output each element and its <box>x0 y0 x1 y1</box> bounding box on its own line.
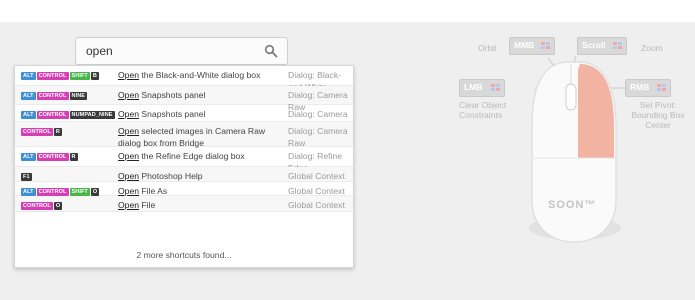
key-badge: CONTROL <box>21 202 53 210</box>
key-badge: CONTROL <box>36 92 69 100</box>
result-row[interactable]: ALT CONTROL SHIFT O Open File As Global Conte… <box>15 182 353 196</box>
matched-term: Open <box>118 126 140 136</box>
result-description: Open File <box>118 199 288 211</box>
mouse-illustration <box>529 55 625 243</box>
key-badge: ALT <box>21 111 36 119</box>
result-row[interactable]: ALT CONTROL R Open the Refine Edge dialog b… <box>15 147 353 173</box>
result-text: the Black-and-White dialog box <box>139 70 261 80</box>
key-badge: ALT <box>21 72 36 80</box>
mmb-label: MMB <box>514 40 535 50</box>
result-row[interactable]: CONTROL R Open selected images in Camera R… <box>15 122 353 149</box>
key-badge: R <box>53 128 62 136</box>
result-description: Open selected images in Camera Raw dialo… <box>118 125 288 149</box>
shortcut-keys: ALT CONTROL NINE <box>21 92 88 100</box>
shortcut-keys: ALT CONTROL R <box>21 153 78 161</box>
lmb-description: Clear Object Constraints <box>459 100 507 120</box>
search-input[interactable] <box>86 42 256 60</box>
result-context: Global Context <box>288 200 345 210</box>
rmb-highlight <box>578 64 614 158</box>
shortcut-keys: CONTROL O <box>21 202 63 210</box>
scroll-button[interactable]: Scroll <box>577 37 627 55</box>
shortcut-keys: ALT CONTROL SHIFT O <box>21 188 100 196</box>
key-badge: SHIFT <box>69 188 90 196</box>
search-results: ALT CONTROL SHIFT B Open the Black-and-White… <box>14 65 354 268</box>
key-badge: NUMPAD_NINE <box>69 111 115 119</box>
key-badge: R <box>69 153 78 161</box>
result-text: selected images in Camera Raw dialog box… <box>118 126 266 148</box>
lmb-button[interactable]: LMB <box>459 79 505 97</box>
result-description: Open Snapshots panel <box>118 89 288 101</box>
rmb-label: RMB <box>630 82 650 92</box>
key-badge: CONTROL <box>36 111 69 119</box>
result-description: Open Photoshop Help <box>118 170 288 182</box>
key-badge: SHIFT <box>69 72 90 80</box>
result-row[interactable]: ALT CONTROL NUMPAD_NINE Open Snapshots pane… <box>15 105 353 131</box>
more-shortcuts-link[interactable]: 2 more shortcuts found... <box>15 250 353 260</box>
matched-term: Open <box>118 70 140 80</box>
mmb-button[interactable]: MMB <box>509 37 555 55</box>
soon-label: SOON™ <box>548 199 597 211</box>
result-text: Snapshots panel <box>139 90 206 100</box>
result-row[interactable]: CONTROL O Open File Global Context <box>15 196 353 212</box>
search-icon[interactable] <box>264 44 278 58</box>
matched-term: Open <box>118 171 140 181</box>
result-text: Snapshots panel <box>139 109 206 119</box>
key-badge: O <box>53 202 63 210</box>
rmb-description: Set Pivot: Bounding Box Center <box>631 100 685 130</box>
key-badge: CONTROL <box>36 72 69 80</box>
result-context: Global Context <box>288 171 345 181</box>
key-badge: B <box>90 72 99 80</box>
mouse-mini-icon <box>657 84 667 92</box>
result-context: Dialog: Camera Raw <box>288 126 348 148</box>
lmb-label: LMB <box>464 82 483 92</box>
mouse-mini-icon <box>613 42 623 50</box>
matched-term: Open <box>118 200 140 210</box>
result-text: Photoshop Help <box>139 171 203 181</box>
shortcut-keys: ALT CONTROL NUMPAD_NINE <box>21 111 115 119</box>
zoom-label: Zoom <box>641 43 663 53</box>
key-badge: CONTROL <box>36 188 69 196</box>
top-band <box>0 0 695 22</box>
matched-term: Open <box>118 151 140 161</box>
matched-term: Open <box>118 109 140 119</box>
result-row[interactable]: ALT CONTROL NINE Open Snapshots panel Dialog… <box>15 86 353 112</box>
result-text: the Refine Edge dialog box <box>139 151 245 161</box>
result-text: File <box>139 200 156 210</box>
key-badge: ALT <box>21 153 36 161</box>
result-row[interactable]: F1 Open Photoshop Help Global Context <box>15 167 353 182</box>
key-badge: CONTROL <box>21 128 53 136</box>
scroll-label: Scroll <box>582 40 606 50</box>
key-badge: ALT <box>21 188 36 196</box>
result-description: Open the Black-and-White dialog box <box>118 69 288 81</box>
key-badge: O <box>90 188 100 196</box>
matched-term: Open <box>118 90 140 100</box>
key-badge: F1 <box>21 173 32 181</box>
result-description: Open the Refine Edge dialog box <box>118 150 288 162</box>
shortcut-keys: ALT CONTROL SHIFT B <box>21 72 99 80</box>
shortcut-keys: F1 <box>21 173 32 181</box>
key-badge: ALT <box>21 92 36 100</box>
shortcut-keys: CONTROL R <box>21 128 62 136</box>
matched-term: Open <box>118 186 140 196</box>
rmb-button[interactable]: RMB <box>625 79 671 97</box>
result-description: Open Snapshots panel <box>118 108 288 120</box>
search-box[interactable] <box>75 37 288 65</box>
mouse-mini-icon <box>491 84 501 92</box>
mouse-mini-icon <box>541 42 551 50</box>
result-text: File As <box>139 186 168 196</box>
result-row[interactable]: ALT CONTROL SHIFT B Open the Black-and-White… <box>15 66 353 92</box>
key-badge: NINE <box>69 92 88 100</box>
key-badge: CONTROL <box>36 153 69 161</box>
orbit-label: Orbit <box>478 43 497 53</box>
